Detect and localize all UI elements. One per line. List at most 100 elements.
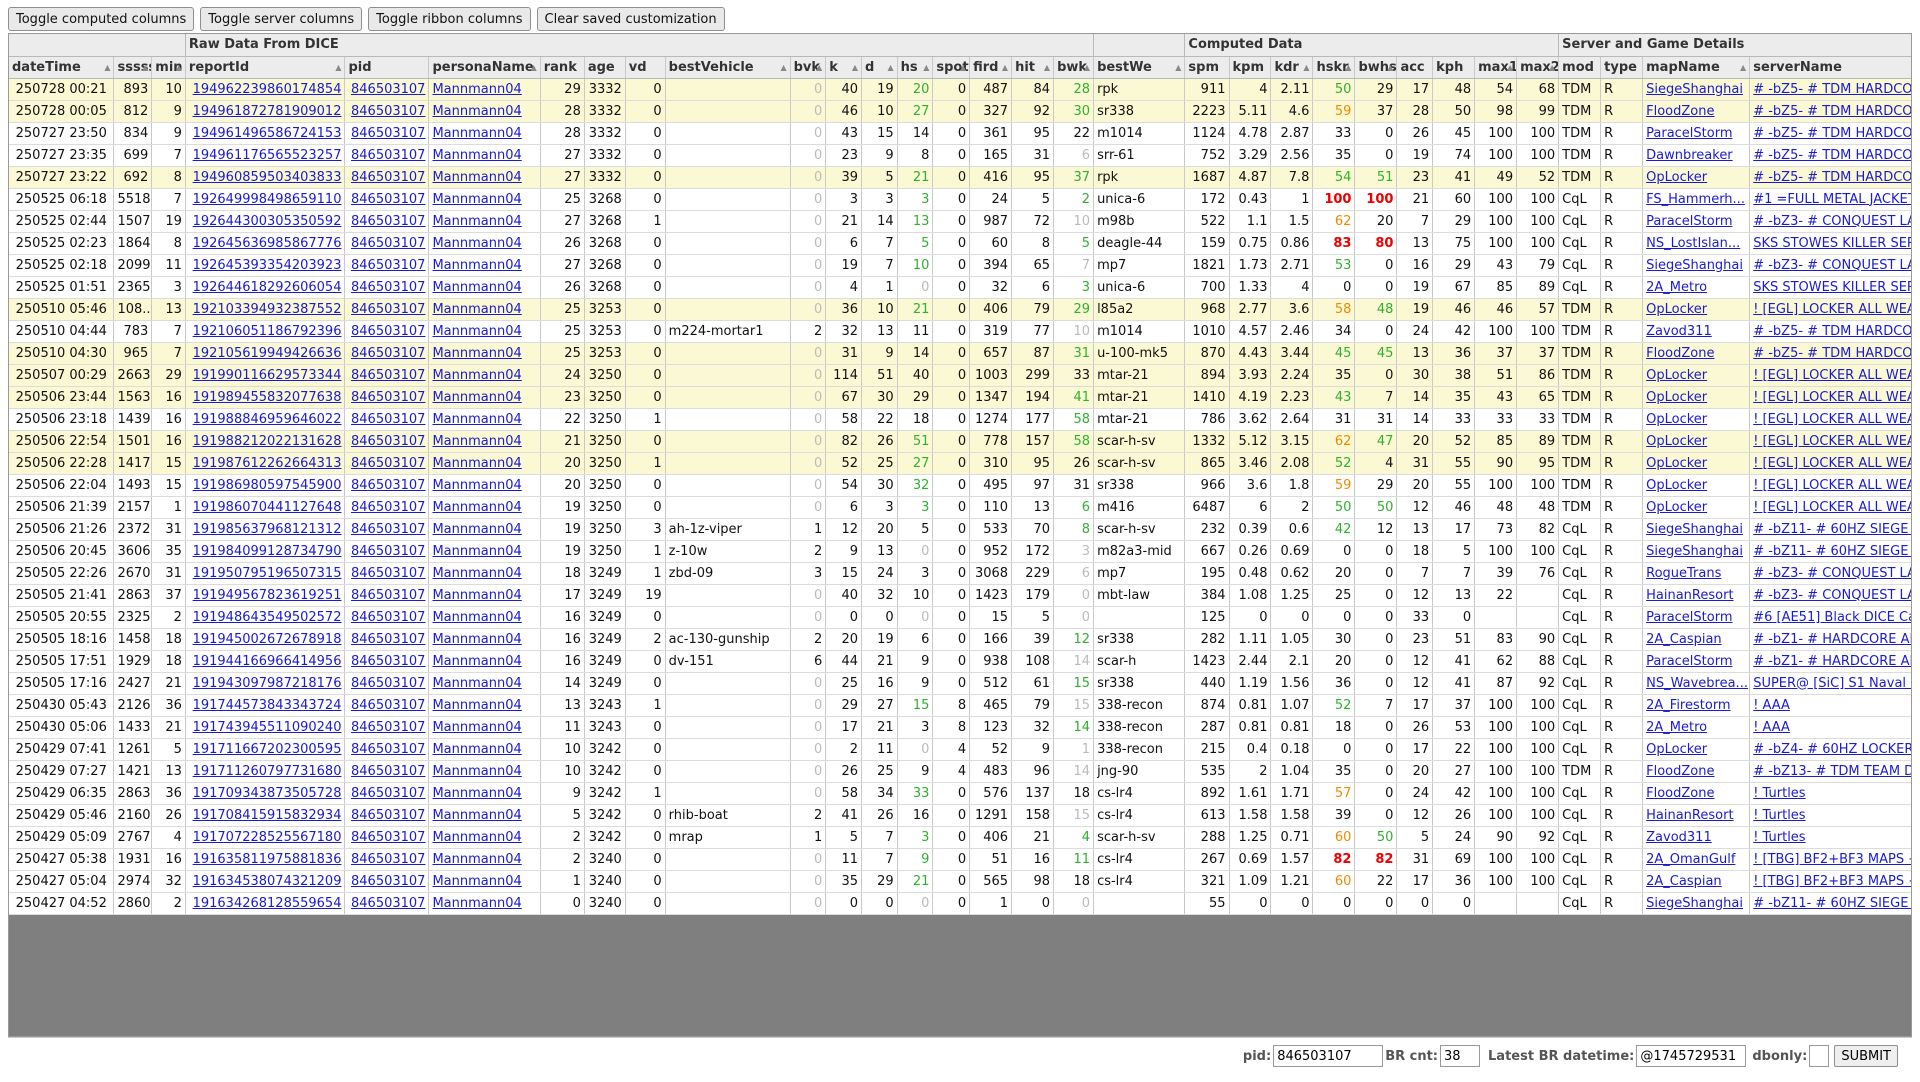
cell-map[interactable]: OpLocker [1642, 386, 1751, 409]
srv-link[interactable]: # -bZ5- # TDM HARDCORE [1753, 170, 1911, 185]
cell-map[interactable]: SiegeShanghai [1642, 540, 1751, 563]
srv-link[interactable]: # -bZ4- # 60HZ LOCKER 24/7 [1753, 742, 1911, 757]
cell-srv[interactable]: ! AAA [1749, 694, 1911, 717]
table-row[interactable]: 250430 05:06 1433 21 191743945511090240 8465… [9, 716, 1911, 739]
cell-srv[interactable]: #6 [AE51] Black DICE Camp [1749, 606, 1911, 629]
pn-link[interactable]: Mannmann04 [432, 478, 521, 493]
srv-link[interactable]: ! [EGL] LOCKER ALL WEAPONS [1753, 434, 1911, 449]
cell-srv[interactable]: # -bZ5- # TDM HARDCORE [1749, 122, 1911, 145]
cell-map[interactable]: 2A_Caspian [1642, 870, 1751, 893]
sort-arrows-icon[interactable]: ▲ [142, 57, 148, 78]
cell-rid[interactable]: 191707228525567180 [185, 826, 346, 849]
cell-pn[interactable]: Mannmann04 [428, 100, 541, 123]
cell-pn[interactable]: Mannmann04 [428, 408, 541, 431]
table-row[interactable]: 250429 05:09 2767 4 191707228525567180 84650… [9, 826, 1911, 849]
table-row[interactable]: 250525 02:23 1864 8 192645636985867776 84650… [9, 232, 1911, 255]
cell-map[interactable]: ParacelStorm [1642, 650, 1751, 673]
cell-map[interactable]: Dawnbreaker [1642, 144, 1751, 167]
table-row[interactable]: 250427 05:38 1931 16 191635811975881836 8465… [9, 848, 1911, 871]
map-link[interactable]: ParacelStorm [1646, 214, 1732, 229]
cell-pid[interactable]: 846503107 [344, 100, 430, 123]
cell-pid[interactable]: 846503107 [344, 782, 430, 805]
cell-pid[interactable]: 846503107 [344, 430, 430, 453]
srv-link[interactable]: # -bZ13- # TDM TEAM DEATHMATCH [1753, 764, 1911, 779]
cell-pid[interactable]: 846503107 [344, 276, 430, 299]
cell-pn[interactable]: Mannmann04 [428, 870, 541, 893]
cell-map[interactable]: NS_LostIslan... [1642, 232, 1751, 255]
cell-pn[interactable]: Mannmann04 [428, 78, 541, 101]
column-header-bestVehicle[interactable]: bestVehicle ▲ [665, 56, 791, 79]
pid-link[interactable]: 846503107 [351, 148, 425, 163]
column-header-serverName[interactable]: serverName▲ [1749, 56, 1911, 79]
map-link[interactable]: NS_LostIslan... [1646, 236, 1740, 251]
cell-pn[interactable]: Mannmann04 [428, 760, 541, 783]
map-link[interactable]: Zavod311 [1646, 324, 1712, 339]
cell-rid[interactable]: 191711667202300595 [185, 738, 346, 761]
cell-rid[interactable]: 191711260797731680 [185, 760, 346, 783]
cell-rid[interactable]: 192645636985867776 [185, 232, 346, 255]
cell-map[interactable]: FloodZone [1642, 100, 1751, 123]
srv-link[interactable]: ! AAA [1753, 698, 1790, 713]
srv-link[interactable]: # -bZ3- # CONQUEST LARGE [1753, 214, 1911, 229]
sort-arrows-icon[interactable]: ▲ [923, 57, 929, 78]
srv-link[interactable]: # -bZ5- # TDM HARDCORE [1753, 324, 1911, 339]
cell-pid[interactable]: 846503107 [344, 870, 430, 893]
pn-link[interactable]: Mannmann04 [432, 258, 521, 273]
column-header-mod[interactable]: mod [1558, 56, 1602, 79]
pn-link[interactable]: Mannmann04 [432, 390, 521, 405]
pid-link[interactable]: 846503107 [351, 852, 425, 867]
column-header-personaName[interactable]: personaName ▲ [428, 56, 541, 79]
cell-map[interactable]: OpLocker [1642, 738, 1751, 761]
rid-link[interactable]: 191634538074321209 [193, 874, 342, 889]
rid-link[interactable]: 194960859503403833 [193, 170, 342, 185]
column-header-max1[interactable]: max1 ▲ [1474, 56, 1518, 79]
cell-srv[interactable]: ! AAA [1749, 716, 1911, 739]
rid-link[interactable]: 191986980597545900 [193, 478, 342, 493]
cell-srv[interactable]: ! [TBG] BF2+BF3 MAPS + SNIPERS [1749, 870, 1911, 893]
cell-srv[interactable]: # -bZ11- # 60HZ SIEGE 24/7 [1749, 892, 1911, 915]
cell-pn[interactable]: Mannmann04 [428, 364, 541, 387]
sort-arrows-icon[interactable]: ▲ [1175, 57, 1181, 78]
cell-pid[interactable]: 846503107 [344, 320, 430, 343]
map-link[interactable]: 2A_Caspian [1646, 874, 1722, 889]
pn-link[interactable]: Mannmann04 [432, 764, 521, 779]
cell-srv[interactable]: ! [EGL] LOCKER ALL WEAPONS [1749, 408, 1911, 431]
pn-link[interactable]: Mannmann04 [432, 82, 521, 97]
pn-link[interactable]: Mannmann04 [432, 588, 521, 603]
cell-pn[interactable]: Mannmann04 [428, 276, 541, 299]
map-link[interactable]: Zavod311 [1646, 830, 1712, 845]
rid-link[interactable]: 192645393354203923 [193, 258, 342, 273]
rid-link[interactable]: 191987612262664313 [193, 456, 342, 471]
cell-map[interactable]: 2A_Firestorm [1642, 694, 1751, 717]
cell-srv[interactable]: ! Turtles [1749, 782, 1911, 805]
pn-link[interactable]: Mannmann04 [432, 654, 521, 669]
pid-link[interactable]: 846503107 [351, 412, 425, 427]
cell-pn[interactable]: Mannmann04 [428, 254, 541, 277]
map-link[interactable]: OpLocker [1646, 456, 1707, 471]
table-row[interactable]: 250430 05:43 2126 36 191744573843343724 8465… [9, 694, 1911, 717]
cell-map[interactable]: OpLocker [1642, 166, 1751, 189]
rid-link[interactable]: 194961496586724153 [193, 126, 342, 141]
srv-link[interactable]: ! Turtles [1753, 808, 1805, 823]
cell-rid[interactable]: 191743945511090240 [185, 716, 346, 739]
map-link[interactable]: OpLocker [1646, 478, 1707, 493]
srv-link[interactable]: ! [EGL] LOCKER ALL WEAPONS [1753, 368, 1911, 383]
cell-pid[interactable]: 846503107 [344, 408, 430, 431]
cell-rid[interactable]: 191635811975881836 [185, 848, 346, 871]
pn-link[interactable]: Mannmann04 [432, 280, 521, 295]
column-header-kph[interactable]: kph [1432, 56, 1476, 79]
sort-arrows-icon[interactable]: ▲ [960, 57, 966, 78]
column-header-hskr[interactable]: hskr ▲ [1312, 56, 1356, 79]
cell-pid[interactable]: 846503107 [344, 584, 430, 607]
sort-arrows-icon[interactable]: ▲ [888, 57, 894, 78]
cell-map[interactable]: OpLocker [1642, 298, 1751, 321]
table-row[interactable]: 250505 20:55 2325 2 191948643549502572 84650… [9, 606, 1911, 629]
pn-link[interactable]: Mannmann04 [432, 544, 521, 559]
column-header-vd[interactable]: vd [625, 56, 666, 79]
dbonly-input[interactable] [1809, 1045, 1830, 1067]
cell-rid[interactable]: 191986070441127648 [185, 496, 346, 519]
cell-srv[interactable]: # -bZ5- # TDM HARDCORE [1749, 320, 1911, 343]
cell-map[interactable]: OpLocker [1642, 364, 1751, 387]
cell-rid[interactable]: 192649998498659110 [185, 188, 346, 211]
table-row[interactable]: 250510 04:44 783 7 192106051186792396 846503… [9, 320, 1911, 343]
